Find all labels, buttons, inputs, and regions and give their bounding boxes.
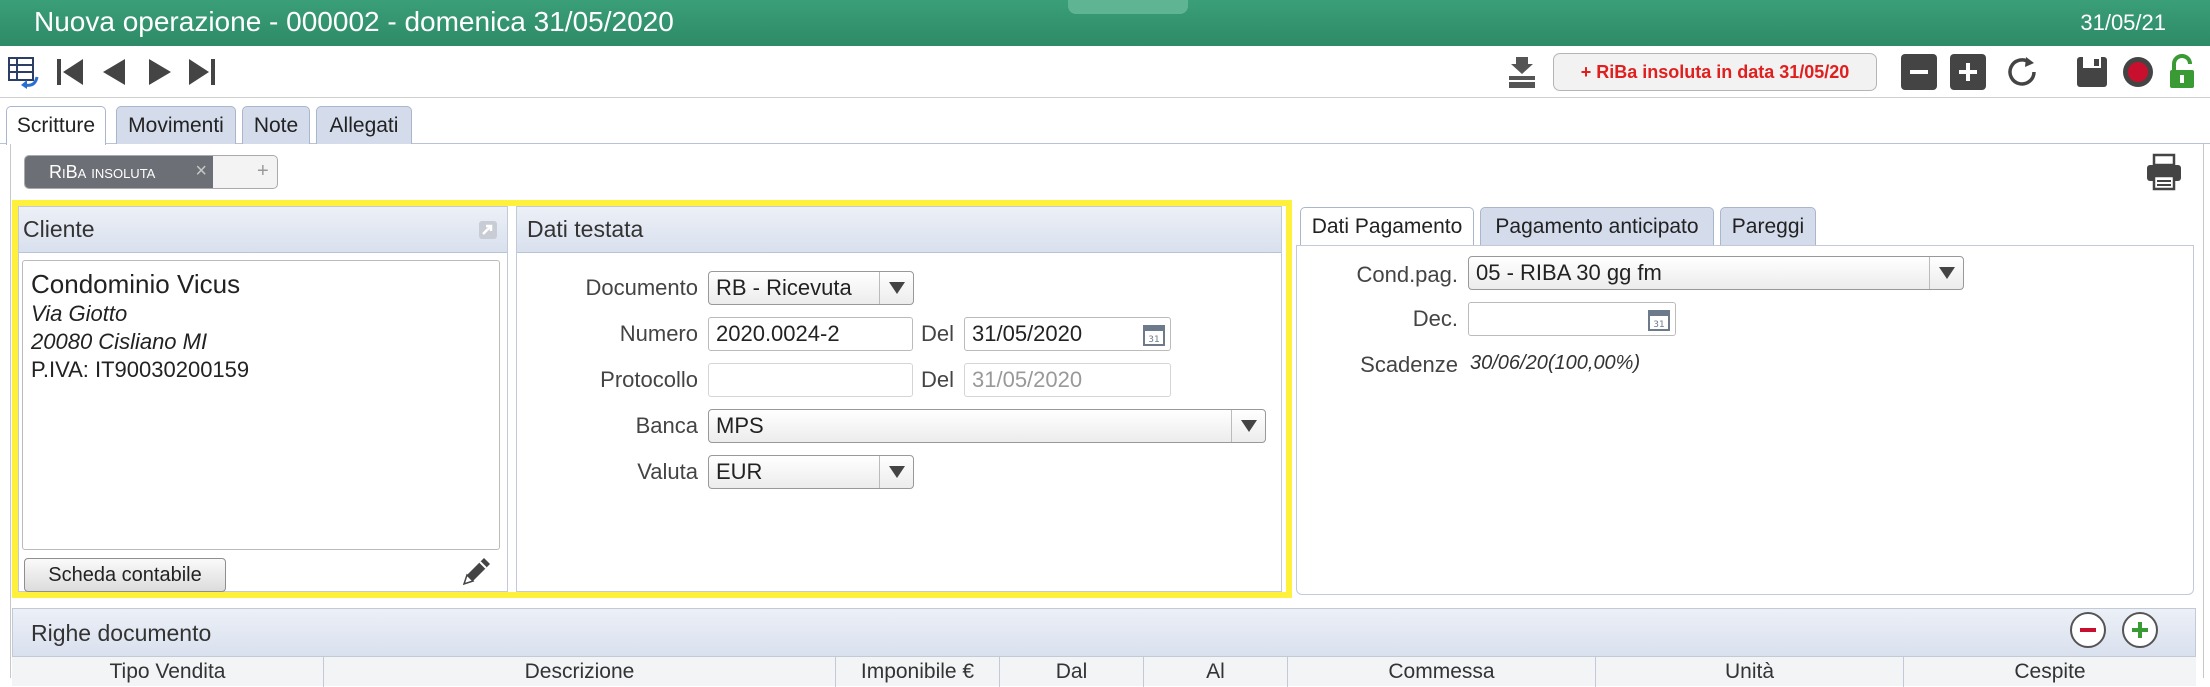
column-header[interactable]: Tipo Vendita (12, 657, 324, 687)
document-pills: RiBa insoluta × + (24, 155, 278, 189)
unlock-icon[interactable] (2162, 52, 2202, 92)
table-undo-icon[interactable] (6, 52, 42, 92)
riba-insoluta-button[interactable]: + RiBa insoluta in data 31/05/20 (1553, 53, 1877, 91)
title-bar: Nuova operazione - 000002 - domenica 31/… (0, 0, 2210, 46)
next-record-icon[interactable] (142, 52, 178, 92)
cond-pag-label: Cond.pag. (1356, 262, 1458, 287)
cond-pag-select[interactable]: 05 - RIBA 30 gg fm (1468, 256, 1964, 290)
righe-title: Righe documento (31, 619, 212, 646)
inbox-tray-icon[interactable] (1502, 52, 1542, 92)
column-header[interactable]: Imponibile € (836, 657, 1000, 687)
remove-row-icon[interactable] (2070, 612, 2106, 648)
first-record-icon[interactable] (52, 52, 88, 92)
column-header[interactable]: Commessa (1288, 657, 1596, 687)
window-title: Nuova operazione - 000002 - domenica 31/… (34, 6, 674, 37)
tab-pagamento-anticipato[interactable]: Pagamento anticipato (1480, 207, 1714, 245)
save-icon[interactable] (2072, 52, 2112, 92)
tab-movimenti[interactable]: Movimenti (116, 106, 236, 144)
record-icon[interactable] (2118, 52, 2158, 92)
righe-header: Righe documento (12, 608, 2196, 658)
dec-field[interactable]: 31 (1468, 302, 1676, 336)
tab-dati-pagamento[interactable]: Dati Pagamento (1300, 207, 1474, 246)
main-tabs: Scritture Movimenti Note Allegati (0, 104, 2210, 145)
scadenze-label: Scadenze (1360, 352, 1458, 377)
pill-label: RiBa insoluta (49, 161, 156, 182)
printer-icon[interactable] (2144, 152, 2184, 197)
pill-add-button[interactable]: + (257, 160, 269, 183)
calendar-icon[interactable]: 31 (1647, 308, 1671, 338)
cond-pag-value: 05 - RIBA 30 gg fm (1476, 260, 1662, 285)
minus-icon[interactable] (1901, 54, 1937, 90)
last-record-icon[interactable] (184, 52, 220, 92)
scadenze-value: 30/06/20(100,00%) (1470, 352, 1641, 374)
chevron-down-icon (1929, 257, 1963, 289)
tab-scritture[interactable]: Scritture (6, 106, 106, 145)
column-header[interactable]: Descrizione (324, 657, 836, 687)
tab-note[interactable]: Note (242, 106, 310, 144)
tab-allegati[interactable]: Allegati (316, 106, 412, 144)
window-grip[interactable] (1068, 0, 1188, 14)
pagamento-panel (1296, 245, 2194, 595)
window-date: 31/05/21 (2080, 10, 2166, 35)
righe-table-header: Tipo Vendita Descrizione Imponibile € Da… (12, 656, 2196, 687)
pill-riba-insoluta[interactable]: RiBa insoluta × (25, 156, 213, 188)
refresh-icon[interactable] (2002, 52, 2042, 92)
svg-text:31: 31 (1653, 320, 1664, 330)
column-header[interactable]: Al (1144, 657, 1288, 687)
column-header[interactable]: Cespite (1904, 657, 2196, 687)
prev-record-icon[interactable] (96, 52, 132, 92)
pill-close-icon[interactable]: × (195, 160, 207, 183)
plus-icon[interactable] (1950, 54, 1986, 90)
selection-highlight (12, 200, 1292, 598)
column-header[interactable]: Unità (1596, 657, 1904, 687)
tab-pareggi[interactable]: Pareggi (1720, 207, 1816, 245)
dec-label: Dec. (1412, 306, 1458, 331)
column-header[interactable]: Dal (1000, 657, 1144, 687)
add-row-icon[interactable] (2122, 612, 2158, 648)
toolbar: + RiBa insoluta in data 31/05/20 (0, 46, 2210, 98)
